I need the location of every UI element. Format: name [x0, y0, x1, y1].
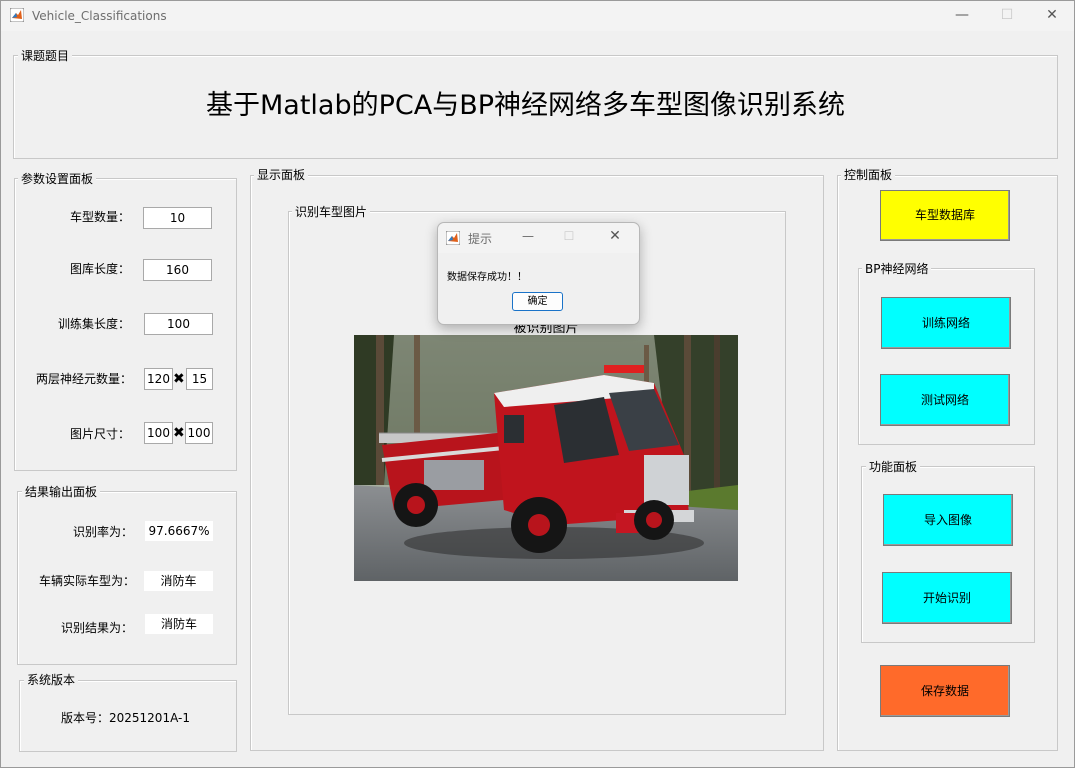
save-data-button[interactable]: 保存数据 — [880, 665, 1010, 717]
recognition-result-label: 识别结果为： — [60, 621, 133, 635]
test-network-button[interactable]: 测试网络 — [880, 374, 1010, 426]
matlab-logo-icon — [446, 231, 460, 245]
actual-type-label: 车辆实际车型为： — [38, 574, 135, 588]
version-group-title: 系统版本 — [24, 673, 79, 687]
bp-network-group-title: BP神经网络 — [862, 262, 932, 276]
version-text: 版本号：20251201A-1 — [61, 711, 190, 725]
neuron-layer2-input[interactable]: 15 — [186, 368, 213, 390]
dialog-minimize-button[interactable]: — — [518, 229, 538, 243]
control-group-title: 控制面板 — [841, 168, 896, 182]
dialog-message: 数据保存成功！！ — [447, 272, 527, 283]
import-image-button[interactable]: 导入图像 — [883, 494, 1013, 546]
recognition-result-value: 消防车 — [145, 614, 213, 634]
recognition-rate-value: 97.6667% — [145, 521, 213, 541]
display-group-title: 显示面板 — [254, 168, 309, 182]
gallery-length-input[interactable]: 160 — [143, 259, 212, 281]
dialog-ok-button[interactable]: 确定 — [512, 292, 563, 311]
dialog-close-button[interactable]: ✕ — [605, 228, 625, 244]
close-button[interactable]: ✕ — [1037, 4, 1067, 26]
multiply-icon: ✖ — [173, 371, 185, 387]
results-group-title: 结果输出面板 — [22, 485, 101, 499]
page-title: 基于Matlab的PCA与BP神经网络多车型图像识别系统 — [205, 90, 846, 121]
train-network-button[interactable]: 训练网络 — [881, 297, 1011, 349]
gallery-length-label: 图库长度： — [69, 262, 130, 276]
recognized-image-group-title: 识别车型图片 — [292, 205, 371, 219]
image-size-label: 图片尺寸： — [69, 427, 130, 441]
params-group-title: 参数设置面板 — [18, 172, 97, 186]
function-group-title: 功能面板 — [866, 460, 921, 474]
multiply-icon: ✖ — [173, 425, 185, 441]
matlab-logo-icon — [10, 8, 24, 22]
neuron-layer1-input[interactable]: 120 — [144, 368, 173, 390]
vehicle-database-button[interactable]: 车型数据库 — [880, 190, 1010, 241]
start-recognition-button[interactable]: 开始识别 — [882, 572, 1012, 624]
image-height-input[interactable]: 100 — [185, 422, 213, 444]
car-type-count-input[interactable]: 10 — [143, 207, 212, 229]
dialog-maximize-button[interactable]: ☐ — [559, 229, 579, 243]
topic-group-title: 课题题目 — [18, 49, 73, 63]
neuron-count-label: 两层神经元数量： — [35, 372, 132, 386]
image-width-input[interactable]: 100 — [144, 422, 173, 444]
recognition-rate-label: 识别率为： — [72, 525, 133, 539]
dialog-title: 提示 — [468, 232, 493, 246]
training-set-length-label: 训练集长度： — [57, 317, 130, 331]
message-dialog: 提示 — ☐ ✕ 数据保存成功！！ 确定 — [437, 222, 640, 325]
fire-truck-image — [354, 335, 738, 581]
actual-type-value: 消防车 — [144, 571, 213, 591]
car-type-count-label: 车型数量： — [69, 210, 130, 224]
maximize-button[interactable]: ☐ — [992, 4, 1022, 26]
window-title: Vehicle_Classifications — [32, 9, 167, 23]
training-set-length-input[interactable]: 100 — [144, 313, 213, 335]
title-bar[interactable]: Vehicle_Classifications — ☐ ✕ — [1, 1, 1074, 31]
minimize-button[interactable]: — — [947, 4, 977, 26]
dialog-title-bar[interactable]: 提示 — ☐ ✕ — [438, 223, 639, 253]
